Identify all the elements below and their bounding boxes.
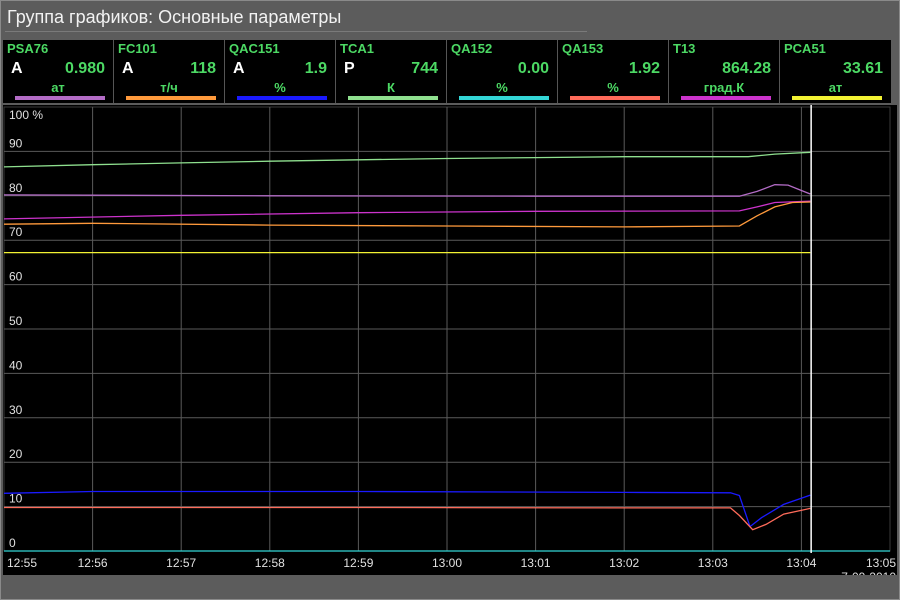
trend-chart-svg[interactable]: 0102030405060708090100 %12:55 12:56 12:57 1… (3, 105, 897, 575)
param-pca51[interactable]: PCA51 33.61 ат (780, 40, 891, 103)
x-tick-label: 12:58 (255, 556, 285, 570)
param-name: QA152 (451, 41, 493, 56)
param-qa153[interactable]: QA153 1.92% (558, 40, 669, 103)
param-mode: A (11, 60, 23, 77)
x-tick-label: 13:02 (609, 556, 639, 570)
param-unit: % (607, 80, 619, 95)
param-value: 0.980 (64, 60, 105, 77)
param-color-bar (459, 96, 549, 100)
series-line-0 (3, 151, 811, 168)
window-title: Группа графиков: Основные параметры (7, 7, 342, 27)
param-qa152[interactable]: QA152 0.00% (447, 40, 558, 103)
param-mode: A (122, 60, 134, 77)
param-unit: % (496, 80, 508, 95)
param-color-bar (681, 96, 771, 100)
x-tick-label: 13:01 (521, 556, 551, 570)
param-color-bar (348, 96, 438, 100)
param-unit: град.К (703, 80, 745, 95)
param-value: 1.92 (628, 60, 660, 77)
x-tick-label: 13:05 (866, 556, 896, 570)
param-unit: т/ч (160, 80, 178, 95)
param-name: PSA76 (7, 41, 49, 56)
trend-window: Группа графиков: Основные параметры PSA7… (0, 0, 900, 600)
y-tick-label: 0 (9, 536, 16, 550)
param-name: QAC151 (229, 41, 280, 56)
series-line-2 (3, 200, 811, 220)
param-unit: % (274, 80, 286, 95)
y-tick-label: 40 (9, 358, 23, 372)
y-tick-label: 30 (9, 403, 23, 417)
series-line-5 (3, 490, 811, 528)
param-name: T13 (673, 41, 696, 56)
param-unit: К (387, 80, 395, 95)
param-unit: ат (51, 80, 65, 95)
date-label: 7-09-2010 (841, 570, 896, 575)
param-color-bar (126, 96, 216, 100)
series-line-3 (3, 201, 811, 228)
y-tick-label: 20 (9, 447, 23, 461)
param-value: 1.9 (304, 60, 327, 77)
x-tick-label: 12:57 (166, 556, 196, 570)
x-tick-label: 13:00 (432, 556, 462, 570)
param-mode: P (344, 60, 355, 77)
param-fc101[interactable]: FC101 A 118 т/ч (114, 40, 225, 103)
y-tick-label: 50 (9, 314, 23, 328)
param-value: 744 (411, 60, 438, 77)
y-tick-label: 90 (9, 136, 23, 150)
series-line-6 (4, 506, 811, 531)
x-tick-label: 13:04 (786, 556, 816, 570)
title-divider (5, 31, 587, 32)
parameter-panel: PSA76 A 0.980 ат FC101 A 118 т/ч QAC151 A 1.9% TCA1… (3, 40, 891, 103)
param-name: PCA51 (784, 41, 826, 56)
y-tick-label: 70 (9, 225, 23, 239)
param-color-bar (792, 96, 882, 100)
param-color-bar (570, 96, 660, 100)
param-mode: A (233, 60, 245, 77)
param-tca1[interactable]: TCA1 P 744 К (336, 40, 447, 103)
trend-chart[interactable]: 0 10 20 30 40 50 60 70 80 90 100 % 12:55 12:56 12:57 1… (3, 105, 897, 575)
series-line-1 (3, 184, 811, 197)
param-value: 864.28 (722, 60, 771, 77)
x-tick-label: 12:56 (78, 556, 108, 570)
y-tick-label: 60 (9, 270, 23, 284)
x-tick-label: 13:03 (698, 556, 728, 570)
x-tick-label: 12:55 (7, 556, 37, 570)
y-axis-unit-label: 100 % (9, 108, 43, 122)
param-value: 33.61 (842, 60, 883, 77)
param-name: FC101 (118, 41, 158, 56)
param-name: TCA1 (340, 41, 374, 56)
y-tick-label: 80 (9, 181, 23, 195)
param-value: 118 (190, 60, 216, 77)
param-qac151[interactable]: QAC151 A 1.9% (225, 40, 336, 103)
param-psa76[interactable]: PSA76 A 0.980 ат (3, 40, 114, 103)
param-name: QA153 (562, 41, 604, 56)
param-value: 0.00 (517, 60, 549, 77)
param-color-bar (15, 96, 105, 100)
param-t13[interactable]: T13 864.28 град.К (669, 40, 780, 103)
param-color-bar (237, 96, 327, 100)
param-unit: ат (828, 80, 843, 95)
x-tick-label: 12:59 (343, 556, 373, 570)
